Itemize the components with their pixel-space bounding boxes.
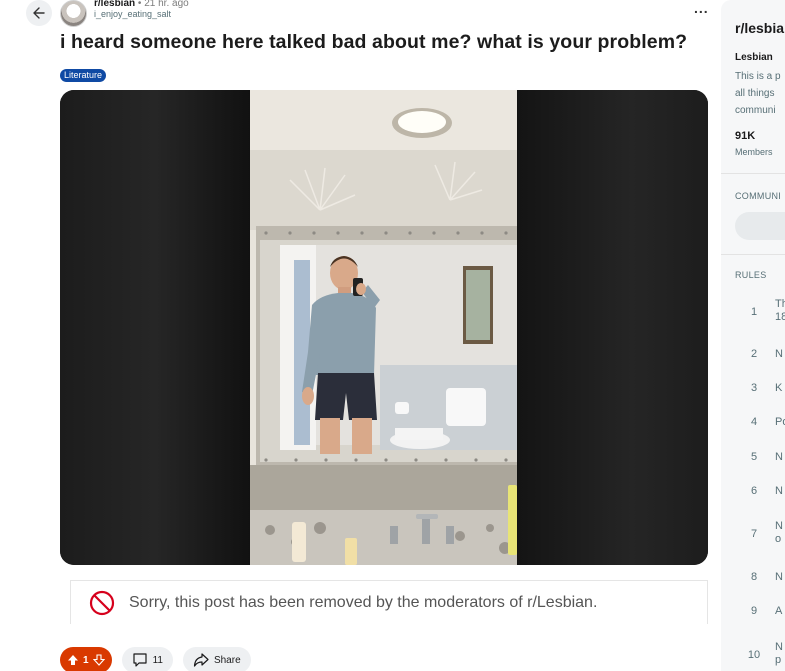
rule-item[interactable]: 10 N p xyxy=(721,641,785,666)
rule-number: 8 xyxy=(750,571,758,583)
more-options-button[interactable]: ... xyxy=(694,0,709,16)
rule-number: 6 xyxy=(750,485,758,497)
rule-item[interactable]: 8 N xyxy=(721,571,785,591)
rule-text: o xyxy=(775,533,782,545)
rule-text: N xyxy=(775,520,783,532)
rule-number: 4 xyxy=(750,416,758,428)
community-section-header: COMMUNI xyxy=(735,191,782,201)
rule-text: K xyxy=(775,382,783,394)
post-media[interactable] xyxy=(60,90,708,565)
rules-header: RULES xyxy=(735,270,767,280)
vote-control: 1 xyxy=(60,647,112,671)
removed-notice: Sorry, this post has been removed by the… xyxy=(70,580,708,624)
removed-icon xyxy=(89,590,115,615)
member-count-label: Members xyxy=(735,147,773,157)
subreddit-link[interactable]: r/lesbian xyxy=(94,0,135,9)
rule-item[interactable]: 4 Po xyxy=(721,416,785,436)
rule-number: 9 xyxy=(750,605,758,617)
post-title: i heard someone here talked bad about me… xyxy=(60,31,688,53)
share-button[interactable]: Share xyxy=(182,647,251,671)
comment-count: 11 xyxy=(152,654,163,666)
post-action-bar: 1 11 Share xyxy=(60,647,251,671)
sidebar-divider xyxy=(721,173,785,174)
rule-item[interactable]: 6 N xyxy=(721,485,785,505)
rule-item[interactable]: 2 N xyxy=(721,348,785,368)
post-image xyxy=(250,90,517,565)
rule-number: 3 xyxy=(750,382,758,394)
media-blur-left xyxy=(60,90,250,565)
sidebar-description-line: communi xyxy=(735,105,776,116)
post-flair[interactable]: Literature xyxy=(60,69,107,82)
rule-number: 2 xyxy=(750,348,758,360)
community-button[interactable] xyxy=(735,212,785,240)
vote-count: 1 xyxy=(83,654,89,666)
comment-icon xyxy=(132,653,147,667)
rule-item[interactable]: 1 Th 18 xyxy=(721,298,785,323)
rule-text: N xyxy=(775,485,783,497)
rule-text: 18 xyxy=(775,311,785,323)
rule-text: p xyxy=(775,654,782,666)
rule-item[interactable]: 3 K xyxy=(721,382,785,402)
back-button[interactable] xyxy=(26,0,52,26)
sidebar-community-title: Lesbian xyxy=(735,52,773,63)
community-sidebar: r/lesbia Lesbian This is a p all things … xyxy=(721,0,785,671)
upvote-icon[interactable] xyxy=(67,654,79,666)
share-icon xyxy=(193,653,209,667)
rule-item[interactable]: 9 A xyxy=(721,605,785,625)
sidebar-community-name[interactable]: r/lesbia xyxy=(735,20,784,36)
media-blur-right xyxy=(518,90,708,565)
removed-notice-text: Sorry, this post has been removed by the… xyxy=(129,593,598,611)
post-time: 21 hr. ago xyxy=(144,0,189,9)
sidebar-description-line: all things xyxy=(735,88,775,99)
rule-text: Th xyxy=(775,298,785,310)
author-link[interactable]: i_enjoy_eating_salt xyxy=(94,9,189,20)
meta-separator: • xyxy=(137,0,142,9)
rule-number: 7 xyxy=(750,528,758,540)
rule-item[interactable]: 7 N o xyxy=(721,520,785,545)
rule-number: 5 xyxy=(750,451,758,463)
comments-button[interactable]: 11 xyxy=(121,647,173,671)
member-count: 91K xyxy=(735,130,756,142)
share-label: Share xyxy=(213,654,241,666)
sidebar-description-line: This is a p xyxy=(735,71,781,82)
rule-text: N xyxy=(775,571,783,583)
rule-text: A xyxy=(775,605,783,617)
rule-text: Po xyxy=(775,416,785,428)
downvote-icon[interactable] xyxy=(92,654,105,666)
sidebar-description: This is a p all things communi xyxy=(735,68,785,119)
rule-number: 10 xyxy=(747,649,761,661)
rule-text: N xyxy=(775,451,783,463)
rule-text: N xyxy=(775,641,783,653)
rule-number: 1 xyxy=(750,306,758,318)
rule-text: N xyxy=(775,348,783,360)
rule-item[interactable]: 5 N xyxy=(721,451,785,471)
post-meta: r/lesbian • 21 hr. ago i_enjoy_eating_sa… xyxy=(94,0,189,20)
sidebar-divider xyxy=(721,254,785,255)
subreddit-avatar[interactable] xyxy=(60,0,87,27)
back-arrow-icon xyxy=(33,7,45,19)
